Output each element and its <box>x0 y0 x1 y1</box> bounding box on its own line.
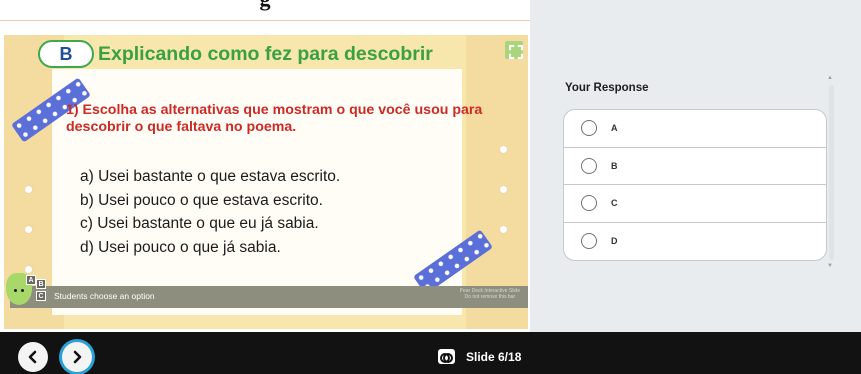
chevron-right-icon <box>73 350 82 364</box>
slide-title: Explicando como fez para descobrir <box>98 42 433 65</box>
option-list: a) Usei bastante o que estava escrito. b… <box>80 165 340 259</box>
choice-a[interactable]: A <box>564 110 826 148</box>
paper-hole <box>499 185 508 194</box>
paper-decoration <box>466 35 528 329</box>
slides-icon <box>438 349 455 364</box>
page-title-partial: g <box>0 0 530 12</box>
bottom-toolbar: Slide 6/18 <box>0 332 861 374</box>
slide-counter: Slide 6/18 <box>438 349 521 364</box>
choice-b[interactable]: B <box>564 148 826 185</box>
status-bar: Students choose an option Pear Deck Inte… <box>10 286 528 308</box>
section-badge: B <box>38 40 94 68</box>
scroll-up-icon[interactable]: ▲ <box>827 75 833 81</box>
response-panel: Your Response A B C D ▲ ▼ <box>530 0 861 332</box>
choice-d[interactable]: D <box>564 223 826 261</box>
letter-tile: B <box>36 279 46 289</box>
slide-canvas: B Explicando como fez para descobrir 1) … <box>0 20 530 332</box>
expand-icon[interactable] <box>505 41 523 59</box>
status-text: Students choose an option <box>54 291 155 301</box>
paper-hole <box>24 265 33 274</box>
option-text: c) Usei bastante o que eu já sabia. <box>80 215 319 232</box>
paper-hole <box>24 185 33 194</box>
app-root: g B Explicando como fez para descobrir 1… <box>0 0 861 374</box>
letter-tile: C <box>36 291 46 301</box>
radio-button[interactable] <box>581 120 597 137</box>
scroll-down-icon[interactable]: ▼ <box>827 263 833 269</box>
choice-label: B <box>611 160 618 171</box>
slide-header: B Explicando como fez para descobrir <box>38 40 433 68</box>
choice-c[interactable]: C <box>564 185 826 223</box>
question-text: 1) Escolha as alternativas que mostram o… <box>66 102 483 135</box>
scrollbar[interactable]: ▲ ▼ <box>827 75 835 271</box>
paper-hole <box>24 225 33 234</box>
watermark-line: Do not remove this bar <box>464 294 516 300</box>
choice-label: D <box>611 236 618 247</box>
previous-slide-button[interactable] <box>18 342 48 372</box>
response-choices: A B C D <box>563 109 827 261</box>
option-text: a) Usei bastante o que estava escrito. <box>80 168 341 185</box>
choice-label: C <box>611 198 618 209</box>
next-slide-button[interactable] <box>62 342 92 372</box>
radio-button[interactable] <box>581 233 597 250</box>
response-title: Your Response <box>565 82 649 94</box>
option-text: b) Usei pouco o que estava escrito. <box>80 191 323 209</box>
choice-label: A <box>611 123 618 134</box>
scroll-thumb[interactable] <box>829 85 834 260</box>
watermark: Pear Deck Interactive Slide Do not remov… <box>460 288 520 300</box>
letter-tile: A <box>26 275 36 285</box>
radio-button[interactable] <box>581 195 597 212</box>
chevron-left-icon <box>28 350 37 364</box>
paper-hole <box>499 225 508 234</box>
slide-counter-text: Slide 6/18 <box>466 349 522 364</box>
option-text: d) Usei pouco o que já sabia. <box>80 238 281 256</box>
paper-hole <box>499 145 508 154</box>
radio-button[interactable] <box>581 157 597 174</box>
